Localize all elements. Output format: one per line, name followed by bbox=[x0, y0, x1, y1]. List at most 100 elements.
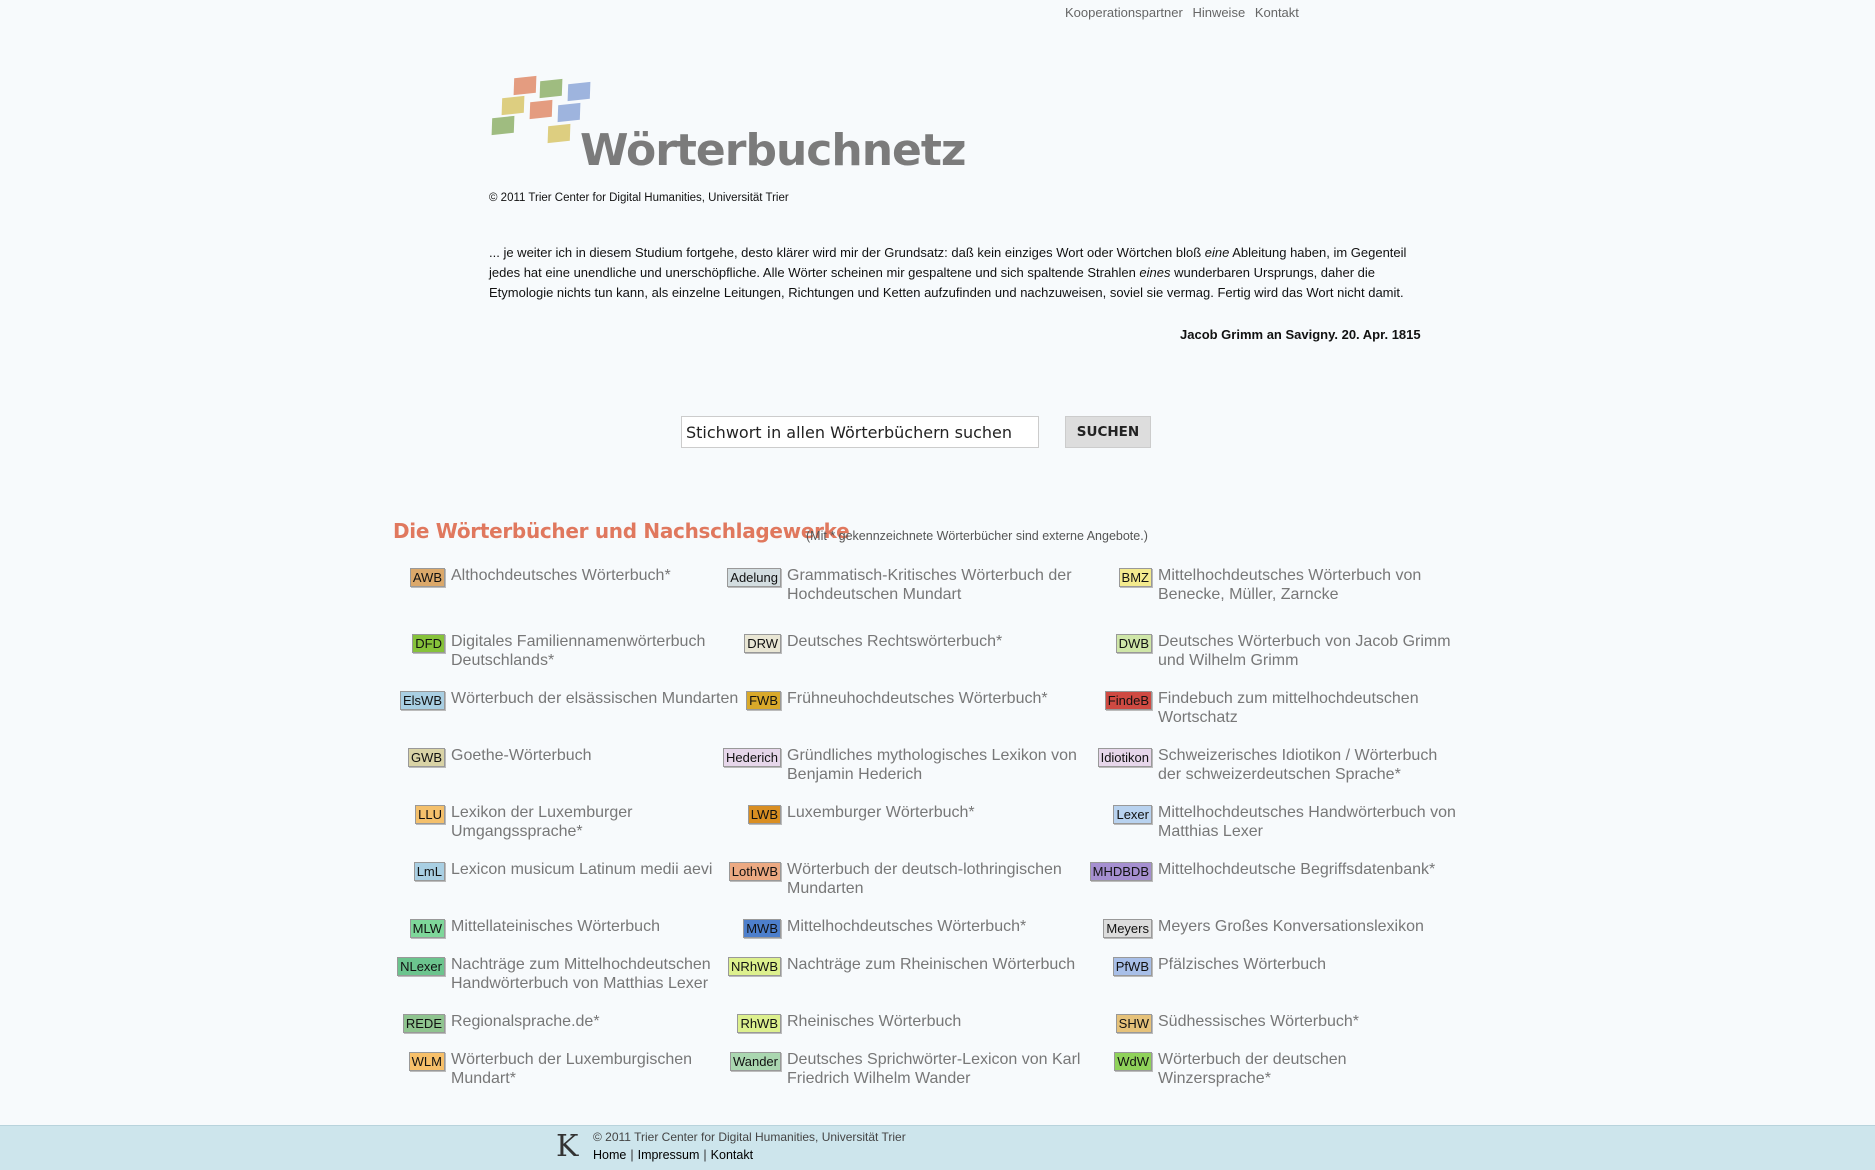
dictionary-abbr-badge[interactable]: NLexer bbox=[397, 957, 445, 976]
dictionary-entry[interactable]: DRW Deutsches Rechtswörterbuch* bbox=[729, 632, 1089, 653]
dictionary-name-link[interactable]: Meyers Großes Konversationslexikon bbox=[1158, 917, 1424, 936]
dictionary-name-link[interactable]: Wörterbuch der deutsch-lothringischen Mu… bbox=[787, 860, 1089, 898]
dictionary-entry[interactable]: NRhWB Nachträge zum Rheinischen Wörterbuc… bbox=[728, 955, 1089, 976]
dictionary-abbr-badge[interactable]: Meyers bbox=[1103, 919, 1152, 938]
dictionary-abbr-badge[interactable]: DRW bbox=[744, 634, 781, 653]
dictionary-name-link[interactable]: Wörterbuch der Luxemburgischen Mundart* bbox=[451, 1050, 753, 1088]
search-input[interactable] bbox=[681, 416, 1039, 448]
dictionary-abbr-badge[interactable]: WdW bbox=[1114, 1052, 1152, 1071]
dictionary-name-link[interactable]: Nachträge zum Mittelhochdeutschen Handwö… bbox=[451, 955, 753, 993]
dictionary-name-link[interactable]: Gründliches mythologisches Lexikon von B… bbox=[787, 746, 1089, 784]
dictionary-name-link[interactable]: Südhessisches Wörterbuch* bbox=[1158, 1012, 1359, 1031]
dictionary-entry[interactable]: SHW Südhessisches Wörterbuch* bbox=[1100, 1012, 1460, 1033]
dictionary-entry[interactable]: LLU Lexikon der Luxemburger Umgangssprach… bbox=[393, 803, 753, 841]
dictionary-abbr-badge[interactable]: MLW bbox=[409, 919, 445, 938]
dictionary-name-link[interactable]: Goethe-Wörterbuch bbox=[451, 746, 592, 765]
dictionary-entry[interactable]: NLexer Nachträge zum Mittelhochdeutschen … bbox=[393, 955, 753, 993]
footer-impressum-link[interactable]: Impressum bbox=[638, 1148, 700, 1162]
dictionary-entry[interactable]: DFD Digitales Familiennamenwörterbuch Deu… bbox=[393, 632, 753, 670]
dictionary-abbr-badge[interactable]: Hederich bbox=[722, 748, 781, 767]
dictionary-entry[interactable]: WdW Wörterbuch der deutschen Winzersprach… bbox=[1100, 1050, 1460, 1088]
dictionary-abbr-badge[interactable]: FWB bbox=[746, 691, 781, 710]
dictionary-name-link[interactable]: Lexikon der Luxemburger Umgangssprache* bbox=[451, 803, 753, 841]
dictionary-entry[interactable]: FindeB Findebuch zum mittelhochdeutschen … bbox=[1100, 689, 1460, 727]
dictionary-entry[interactable]: DWB Deutsches Wörterbuch von Jacob Grimm … bbox=[1100, 632, 1460, 670]
dictionary-abbr-badge[interactable]: FindeB bbox=[1104, 691, 1152, 710]
dictionary-name-link[interactable]: Regionalsprache.de* bbox=[451, 1012, 600, 1031]
dictionary-name-link[interactable]: Digitales Familiennamenwörterbuch Deutsc… bbox=[451, 632, 753, 670]
dictionary-abbr-badge[interactable]: LothWB bbox=[728, 862, 781, 881]
dictionary-entry[interactable]: ElsWB Wörterbuch der elsässischen Mundart… bbox=[393, 689, 753, 710]
dictionary-abbr-badge[interactable]: Lexer bbox=[1113, 805, 1152, 824]
dictionary-name-link[interactable]: Althochdeutsches Wörterbuch* bbox=[451, 566, 671, 585]
dictionary-name-link[interactable]: Grammatisch-Kritisches Wörterbuch der Ho… bbox=[787, 566, 1089, 604]
site-logo[interactable]: Wörterbuchnetz bbox=[488, 75, 967, 177]
dictionary-entry[interactable]: AWB Althochdeutsches Wörterbuch* bbox=[393, 566, 753, 587]
dictionary-name-link[interactable]: Findebuch zum mittelhochdeutschen Wortsc… bbox=[1158, 689, 1460, 727]
dictionary-abbr-badge[interactable]: RhWB bbox=[737, 1014, 781, 1033]
dictionary-name-link[interactable]: Pfälzisches Wörterbuch bbox=[1158, 955, 1326, 974]
dictionary-abbr-badge[interactable]: LLU bbox=[415, 805, 445, 824]
dictionary-name-link[interactable]: Mittelhochdeutsches Wörterbuch von Benec… bbox=[1158, 566, 1460, 604]
dictionary-abbr-badge[interactable]: DFD bbox=[412, 634, 445, 653]
dictionary-abbr-badge[interactable]: WLM bbox=[408, 1052, 445, 1071]
dictionary-name-link[interactable]: Mittellateinisches Wörterbuch bbox=[451, 917, 660, 936]
dictionary-name-link[interactable]: Luxemburger Wörterbuch* bbox=[787, 803, 975, 822]
dictionary-abbr-badge[interactable]: Wander bbox=[729, 1052, 781, 1071]
dictionary-abbr-badge[interactable]: Idiotikon bbox=[1097, 748, 1152, 767]
dictionary-name-link[interactable]: Mittelhochdeutsche Begriffsdatenbank* bbox=[1158, 860, 1435, 879]
dictionary-name-link[interactable]: Deutsches Wörterbuch von Jacob Grimm und… bbox=[1158, 632, 1460, 670]
dictionary-name-link[interactable]: Mittelhochdeutsches Handwörterbuch von M… bbox=[1158, 803, 1460, 841]
dictionary-entry[interactable]: WLM Wörterbuch der Luxemburgischen Mundar… bbox=[393, 1050, 753, 1088]
dictionary-abbr-badge[interactable]: SHW bbox=[1115, 1014, 1152, 1033]
dictionary-name-link[interactable]: Wörterbuch der elsässischen Mundarten bbox=[451, 689, 738, 708]
dictionary-abbr-badge[interactable]: AWB bbox=[409, 568, 445, 587]
dictionary-entry[interactable]: Lexer Mittelhochdeutsches Handwörterbuch … bbox=[1100, 803, 1460, 841]
dictionary-name-link[interactable]: Lexicon musicum Latinum medii aevi bbox=[451, 860, 712, 879]
nav-partner-link[interactable]: Kooperationspartner bbox=[1065, 5, 1183, 20]
dictionary-name-link[interactable]: Mittelhochdeutsches Wörterbuch* bbox=[787, 917, 1026, 936]
dictionary-entry[interactable]: FWB Frühneuhochdeutsches Wörterbuch* bbox=[729, 689, 1089, 710]
dictionary-entry[interactable]: MLW Mittellateinisches Wörterbuch bbox=[393, 917, 753, 938]
dictionary-name-link[interactable]: Deutsches Rechtswörterbuch* bbox=[787, 632, 1002, 651]
dictionary-entry[interactable]: LmL Lexicon musicum Latinum medii aevi bbox=[393, 860, 753, 881]
dictionary-abbr-badge[interactable]: BMZ bbox=[1118, 568, 1152, 587]
dictionary-abbr-badge[interactable]: MWB bbox=[743, 919, 781, 938]
dictionary-entry[interactable]: Meyers Meyers Großes Konversationslexikon bbox=[1100, 917, 1460, 938]
dictionary-name-link[interactable]: Wörterbuch der deutschen Winzersprache* bbox=[1158, 1050, 1460, 1088]
dictionary-abbr-badge[interactable]: Adelung bbox=[727, 568, 781, 587]
nav-contact-link[interactable]: Kontakt bbox=[1255, 5, 1299, 20]
dictionary-abbr-badge[interactable]: ElsWB bbox=[400, 691, 445, 710]
dictionary-abbr-badge[interactable]: DWB bbox=[1115, 634, 1152, 653]
dictionary-entry[interactable]: LothWB Wörterbuch der deutsch-lothringisc… bbox=[728, 860, 1089, 898]
dictionary-entry[interactable]: RhWB Rheinisches Wörterbuch bbox=[729, 1012, 1089, 1033]
dictionary-entry[interactable]: MWB Mittelhochdeutsches Wörterbuch* bbox=[729, 917, 1089, 938]
dictionary-entry[interactable]: Idiotikon Schweizerisches Idiotikon / Wör… bbox=[1097, 746, 1460, 784]
dictionary-name-link[interactable]: Rheinisches Wörterbuch bbox=[787, 1012, 961, 1031]
dictionary-entry[interactable]: GWB Goethe-Wörterbuch bbox=[393, 746, 753, 767]
dictionary-badge-slot: BMZ bbox=[1100, 566, 1152, 587]
dictionary-name-link[interactable]: Deutsches Sprichwörter-Lexicon von Karl … bbox=[787, 1050, 1089, 1088]
dictionary-entry[interactable]: MHDBDB Mittelhochdeutsche Begriffsdatenba… bbox=[1089, 860, 1460, 881]
dictionary-entry[interactable]: Wander Deutsches Sprichwörter-Lexicon von… bbox=[729, 1050, 1089, 1088]
dictionary-entry[interactable]: PfWB Pfälzisches Wörterbuch bbox=[1100, 955, 1460, 976]
nav-hints-link[interactable]: Hinweise bbox=[1192, 5, 1245, 20]
dictionary-abbr-badge[interactable]: LmL bbox=[413, 862, 445, 881]
dictionary-abbr-badge[interactable]: NRhWB bbox=[728, 957, 781, 976]
dictionary-name-link[interactable]: Frühneuhochdeutsches Wörterbuch* bbox=[787, 689, 1048, 708]
dictionary-abbr-badge[interactable]: GWB bbox=[407, 748, 445, 767]
dictionary-name-link[interactable]: Nachträge zum Rheinischen Wörterbuch bbox=[787, 955, 1075, 974]
dictionary-abbr-badge[interactable]: LWB bbox=[747, 805, 781, 824]
search-button[interactable]: SUCHEN bbox=[1065, 416, 1151, 448]
dictionary-name-link[interactable]: Schweizerisches Idiotikon / Wörterbuch d… bbox=[1158, 746, 1460, 784]
dictionary-entry[interactable]: Adelung Grammatisch-Kritisches Wörterbuch… bbox=[727, 566, 1089, 604]
dictionary-entry[interactable]: LWB Luxemburger Wörterbuch* bbox=[729, 803, 1089, 824]
dictionary-abbr-badge[interactable]: MHDBDB bbox=[1089, 862, 1152, 881]
dictionary-entry[interactable]: Hederich Gründliches mythologisches Lexik… bbox=[722, 746, 1089, 784]
dictionary-entry[interactable]: REDE Regionalsprache.de* bbox=[393, 1012, 753, 1033]
dictionary-abbr-badge[interactable]: PfWB bbox=[1112, 957, 1152, 976]
footer-home-link[interactable]: Home bbox=[593, 1148, 626, 1162]
dictionary-abbr-badge[interactable]: REDE bbox=[402, 1014, 445, 1033]
dictionary-entry[interactable]: BMZ Mittelhochdeutsches Wörterbuch von Be… bbox=[1100, 566, 1460, 604]
footer-contact-link[interactable]: Kontakt bbox=[711, 1148, 753, 1162]
